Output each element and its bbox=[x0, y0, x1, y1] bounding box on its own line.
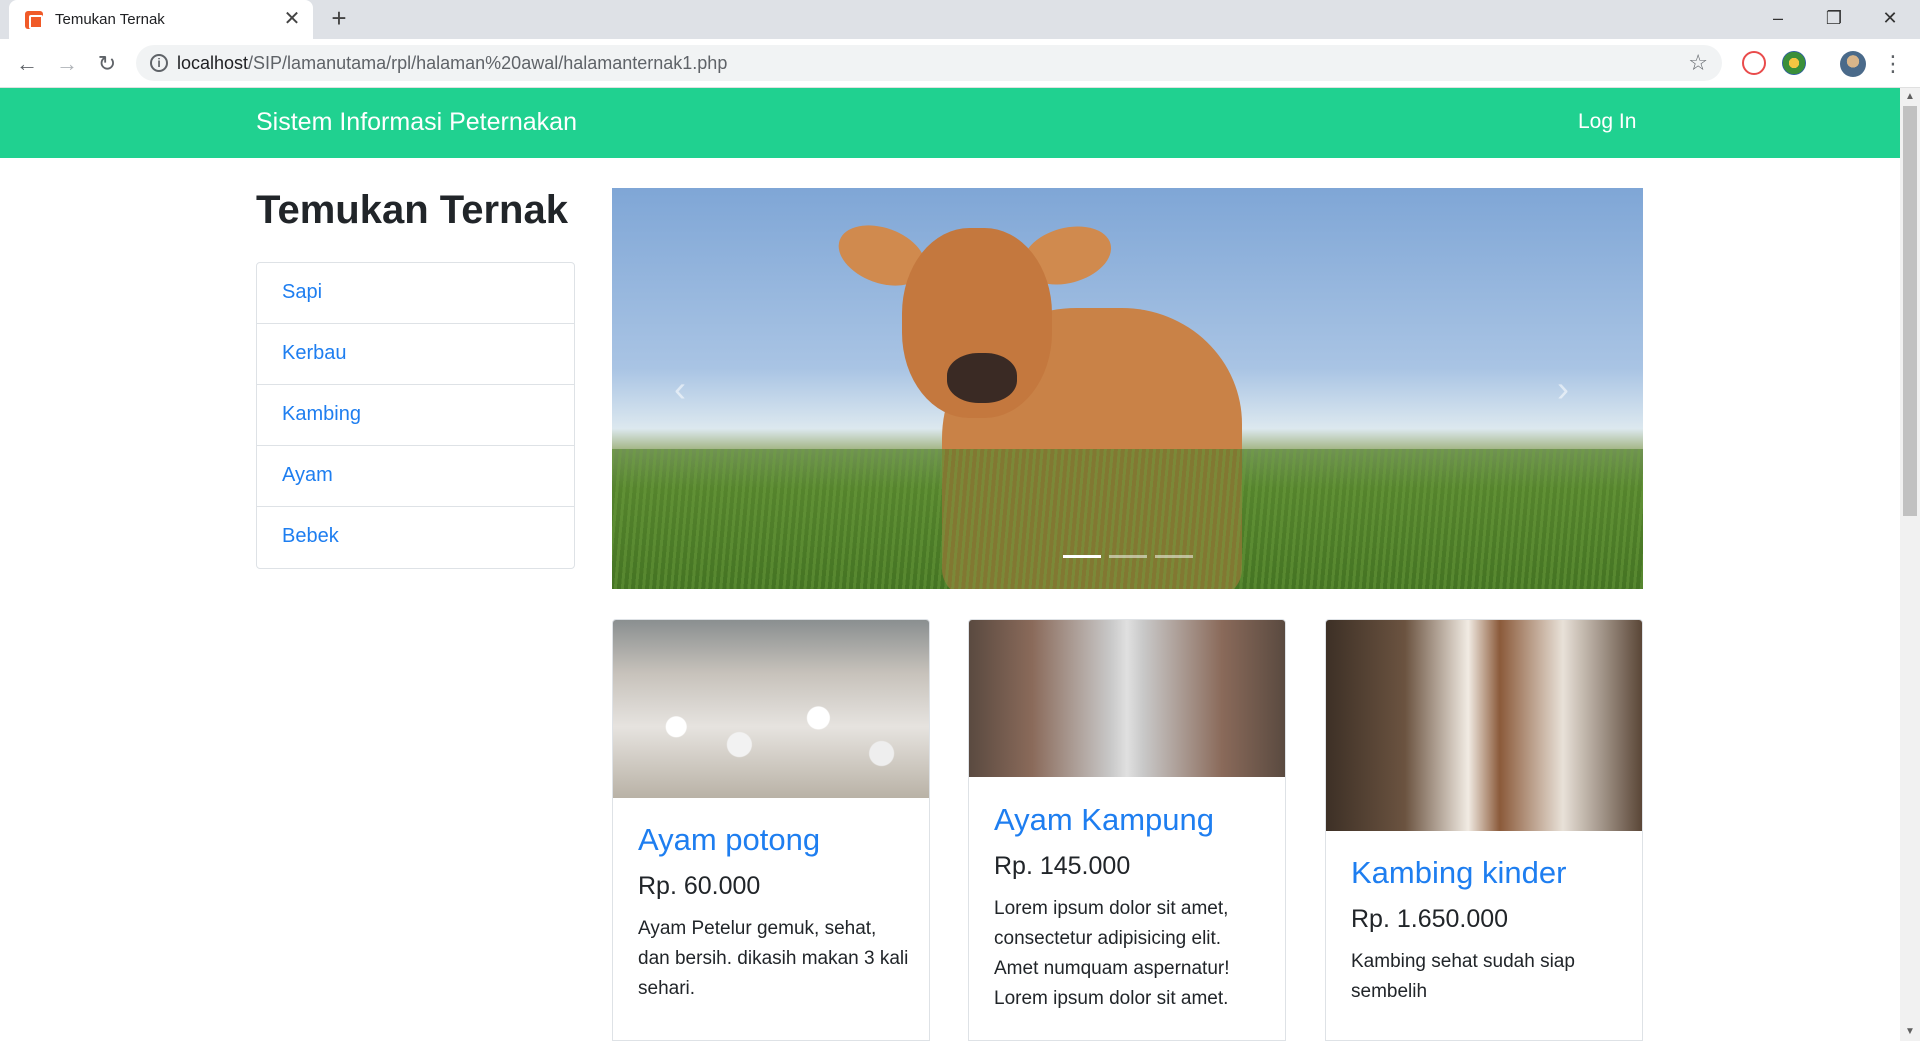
browser-toolbar: ← → ↻ i localhost/SIP/lamanutama/rpl/hal… bbox=[0, 39, 1920, 88]
web-page: Sistem Informasi Peternakan Log In Temuk… bbox=[0, 88, 1920, 1041]
product-card: Ayam Kampung Rp. 145.000 Lorem ipsum dol… bbox=[968, 619, 1286, 1041]
site-brand[interactable]: Sistem Informasi Peternakan bbox=[256, 108, 577, 137]
url-host: localhost bbox=[177, 53, 249, 73]
category-item-kerbau[interactable]: Kerbau bbox=[257, 324, 574, 385]
scroll-up-arrow-icon[interactable]: ▲ bbox=[1900, 88, 1920, 106]
product-price: Rp. 1.650.000 bbox=[1351, 905, 1509, 933]
restore-button[interactable]: ❐ bbox=[1806, 0, 1862, 36]
category-item-kambing[interactable]: Kambing bbox=[257, 385, 574, 446]
site-navbar: Sistem Informasi Peternakan Log In bbox=[0, 88, 1900, 158]
site-info-icon[interactable]: i bbox=[150, 54, 168, 72]
product-card: Kambing kinder Rp. 1.650.000 Kambing seh… bbox=[1325, 619, 1643, 1041]
reload-icon[interactable]: ↻ bbox=[92, 49, 122, 79]
browser-menu-icon[interactable]: ⋮ bbox=[1878, 49, 1908, 79]
address-bar[interactable]: i localhost/SIP/lamanutama/rpl/halaman%2… bbox=[136, 45, 1722, 81]
category-item-bebek[interactable]: Bebek bbox=[257, 507, 574, 568]
xampp-favicon-icon bbox=[25, 11, 43, 29]
tab-title: Temukan Ternak bbox=[55, 11, 165, 28]
product-image-chickens bbox=[613, 620, 929, 798]
product-price: Rp. 145.000 bbox=[994, 852, 1131, 880]
browser-tab[interactable]: Temukan Ternak ✕ bbox=[9, 0, 313, 39]
carousel-prev-icon[interactable]: ‹ bbox=[674, 368, 686, 410]
scroll-thumb[interactable] bbox=[1903, 106, 1917, 516]
extension-globe-icon[interactable] bbox=[1782, 51, 1806, 75]
page-scrollbar[interactable]: ▲ ▼ bbox=[1900, 88, 1920, 1041]
tab-close-icon[interactable]: ✕ bbox=[280, 7, 304, 31]
bookmark-star-icon[interactable]: ☆ bbox=[1688, 50, 1708, 76]
product-image-goats bbox=[1326, 620, 1642, 831]
page-title: Temukan Ternak bbox=[256, 188, 568, 232]
product-title[interactable]: Kambing kinder bbox=[1351, 855, 1566, 891]
minimize-button[interactable]: – bbox=[1750, 0, 1806, 36]
category-item-sapi[interactable]: Sapi bbox=[257, 263, 574, 324]
product-description: Lorem ipsum dolor sit amet, consectetur … bbox=[994, 898, 1230, 1009]
calf-nose bbox=[947, 353, 1017, 403]
product-title[interactable]: Ayam potong bbox=[638, 822, 820, 858]
scroll-down-arrow-icon[interactable]: ▼ bbox=[1900, 1023, 1920, 1041]
new-tab-button[interactable]: + bbox=[325, 5, 353, 33]
product-description: Ayam Petelur gemuk, sehat, dan bersih. d… bbox=[638, 918, 909, 999]
browser-tab-bar: Temukan Ternak ✕ + – ❐ ✕ bbox=[0, 0, 1920, 39]
grass-field bbox=[612, 449, 1643, 589]
back-arrow-icon[interactable]: ← bbox=[12, 49, 42, 79]
product-image-chicken-cages bbox=[969, 620, 1285, 777]
category-list: Sapi Kerbau Kambing Ayam Bebek bbox=[256, 262, 575, 569]
product-price: Rp. 60.000 bbox=[638, 872, 761, 900]
carousel-next-icon[interactable]: › bbox=[1557, 368, 1569, 410]
profile-avatar[interactable] bbox=[1840, 51, 1866, 77]
close-window-button[interactable]: ✕ bbox=[1862, 0, 1918, 36]
extension-blocker-icon[interactable] bbox=[1742, 51, 1766, 75]
hero-carousel: ‹ › bbox=[612, 188, 1643, 589]
forward-arrow-icon[interactable]: → bbox=[52, 49, 82, 79]
carousel-indicator-2[interactable] bbox=[1109, 555, 1147, 558]
product-description: Kambing sehat sudah siap sembelih bbox=[1351, 951, 1575, 1002]
login-link[interactable]: Log In bbox=[1578, 110, 1636, 134]
url-path: /SIP/lamanutama/rpl/halaman%20awal/halam… bbox=[248, 53, 728, 73]
carousel-indicator-3[interactable] bbox=[1155, 555, 1193, 558]
product-title[interactable]: Ayam Kampung bbox=[994, 802, 1214, 838]
url-text[interactable]: localhost/SIP/lamanutama/rpl/halaman%20a… bbox=[177, 53, 727, 74]
product-card: Ayam potong Rp. 60.000 Ayam Petelur gemu… bbox=[612, 619, 930, 1041]
category-item-ayam[interactable]: Ayam bbox=[257, 446, 574, 507]
carousel-indicator-1[interactable] bbox=[1063, 555, 1101, 558]
